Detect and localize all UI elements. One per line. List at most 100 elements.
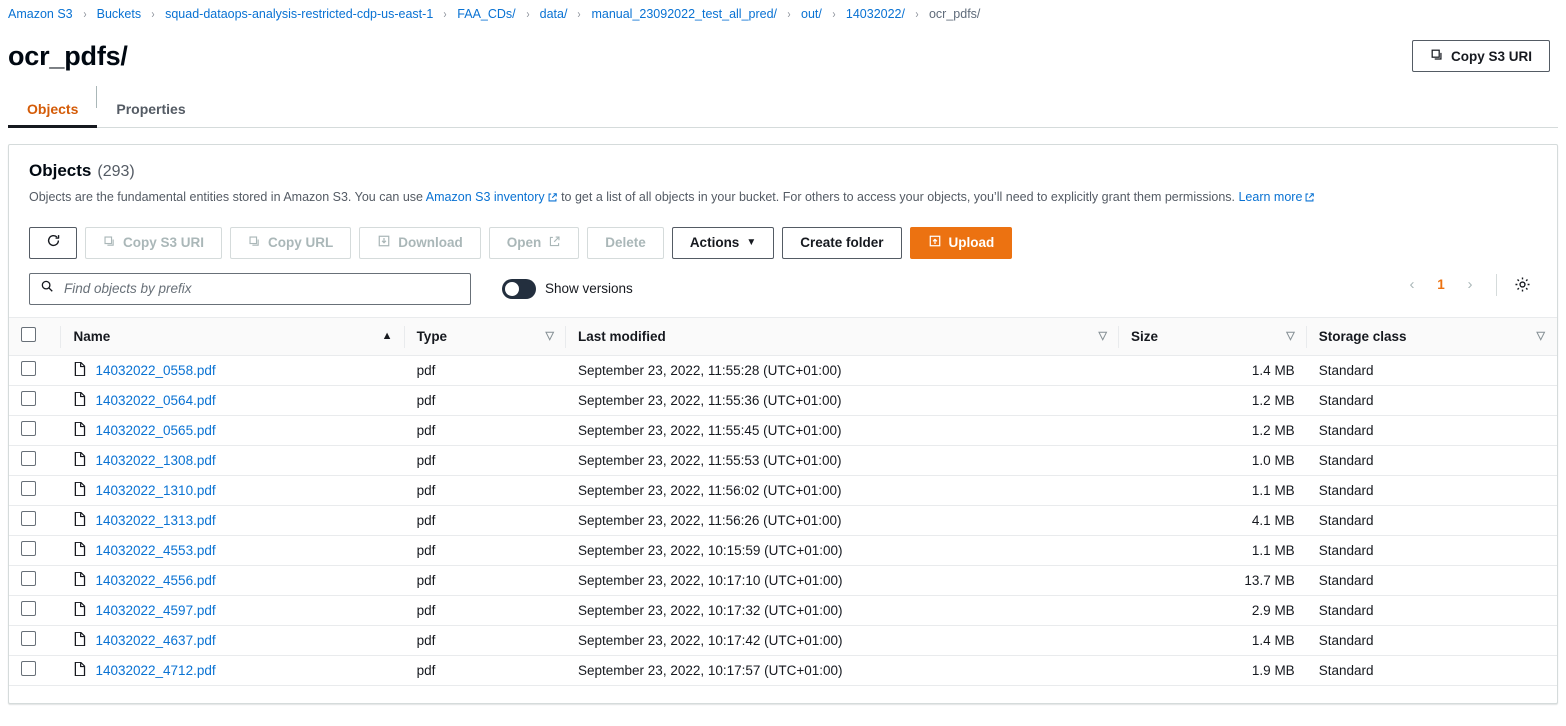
column-header-storage-class-label: Storage class (1318, 328, 1407, 344)
tab-properties[interactable]: Properties (97, 102, 204, 127)
search-input-wrapper[interactable] (29, 272, 471, 305)
chevron-down-icon: ▼ (746, 237, 757, 248)
object-size-cell: 1.1 MB (1119, 475, 1307, 506)
object-storage-class-cell: Standard (1306, 535, 1557, 566)
object-last-modified-cell: September 23, 2022, 11:55:45 (UTC+01:00) (566, 415, 1120, 446)
object-storage-class-cell: Standard (1306, 415, 1557, 446)
next-page-button[interactable]: › (1454, 269, 1486, 301)
table-row: 14032022_0564.pdf pdf September 23, 2022, … (9, 385, 1557, 416)
row-checkbox[interactable] (21, 451, 36, 466)
breadcrumb-item-5[interactable]: manual_23092022_test_all_pred/ (591, 7, 777, 21)
table-row: 14032022_4553.pdf pdf September 23, 2022, … (9, 535, 1557, 566)
object-name-cell: 14032022_4637.pdf (61, 625, 405, 656)
search-input[interactable] (62, 280, 460, 297)
show-versions-toggle-group[interactable]: Show versions (502, 278, 633, 299)
page-number-1[interactable]: 1 (1428, 269, 1454, 301)
open-button[interactable]: Open (488, 226, 580, 259)
create-folder-button[interactable]: Create folder (782, 226, 902, 259)
file-icon (73, 631, 86, 649)
learn-more-link[interactable]: Learn more (1238, 190, 1302, 204)
row-checkbox[interactable] (21, 661, 36, 676)
row-checkbox[interactable] (21, 481, 36, 496)
object-last-modified-cell: September 23, 2022, 11:55:36 (UTC+01:00) (566, 385, 1120, 416)
column-header-name[interactable]: Name ▲ (61, 316, 405, 356)
breadcrumb-item-1[interactable]: Buckets (97, 7, 141, 21)
object-name-link[interactable]: 14032022_1308.pdf (95, 453, 215, 468)
upload-button[interactable]: Upload (909, 226, 1013, 259)
table-row: 14032022_0558.pdf pdf September 23, 2022, … (9, 355, 1557, 386)
copy-url-label: Copy URL (268, 235, 334, 250)
external-link-icon (1304, 191, 1315, 209)
object-type-cell: pdf (404, 655, 567, 686)
object-last-modified-cell: September 23, 2022, 10:15:59 (UTC+01:00) (566, 535, 1120, 566)
row-checkbox[interactable] (21, 541, 36, 556)
delete-label: Delete (605, 235, 646, 250)
object-last-modified-cell: September 23, 2022, 11:56:02 (UTC+01:00) (566, 475, 1120, 506)
breadcrumb-item-4[interactable]: data/ (540, 7, 568, 21)
object-name-link[interactable]: 14032022_1313.pdf (95, 513, 215, 528)
select-all-checkbox[interactable] (21, 327, 36, 342)
row-checkbox[interactable] (21, 391, 36, 406)
breadcrumb-item-0[interactable]: Amazon S3 (8, 7, 73, 21)
download-button[interactable]: Download (359, 226, 481, 259)
object-type-cell: pdf (404, 475, 567, 506)
breadcrumb-separator: › (526, 7, 530, 21)
object-last-modified-cell: September 23, 2022, 11:55:28 (UTC+01:00) (566, 355, 1120, 386)
row-select-cell (9, 475, 62, 506)
download-icon (377, 234, 391, 251)
object-name-link[interactable]: 14032022_1310.pdf (95, 483, 215, 498)
object-name-link[interactable]: 14032022_0558.pdf (95, 363, 215, 378)
object-last-modified-cell: September 23, 2022, 10:17:42 (UTC+01:00) (566, 625, 1120, 656)
column-header-size[interactable]: Size ▽ (1119, 316, 1307, 356)
object-size-cell: 1.9 MB (1119, 655, 1307, 686)
row-select-cell (9, 535, 62, 566)
copy-s3-uri-toolbar-button[interactable]: Copy S3 URI (85, 226, 223, 259)
copy-icon (103, 235, 116, 251)
column-header-last-modified[interactable]: Last modified ▽ (566, 316, 1120, 356)
file-icon (73, 511, 86, 529)
show-versions-toggle[interactable] (502, 278, 536, 299)
objects-toolbar: Copy S3 URI Copy URL Download Open Delet… (9, 217, 1557, 267)
row-checkbox[interactable] (21, 631, 36, 646)
object-storage-class-cell: Standard (1306, 385, 1557, 416)
amazon-s3-inventory-link[interactable]: Amazon S3 inventory (426, 190, 545, 204)
table-row: 14032022_4637.pdf pdf September 23, 2022, … (9, 625, 1557, 656)
row-checkbox[interactable] (21, 601, 36, 616)
copy-s3-uri-button[interactable]: Copy S3 URI (1411, 40, 1550, 72)
copy-url-button[interactable]: Copy URL (230, 226, 352, 259)
breadcrumb-item-3[interactable]: FAA_CDs/ (457, 7, 515, 21)
column-header-type[interactable]: Type ▽ (404, 316, 567, 356)
object-name-link[interactable]: 14032022_0565.pdf (95, 423, 215, 438)
page-title-row: ocr_pdfs/ Copy S3 URI (0, 28, 1566, 84)
object-name-link[interactable]: 14032022_4712.pdf (95, 663, 215, 678)
object-name-link[interactable]: 14032022_4597.pdf (95, 603, 215, 618)
row-checkbox[interactable] (21, 511, 36, 526)
tabs-container: Objects Properties (0, 84, 1566, 128)
breadcrumb-item-7[interactable]: 14032022/ (846, 7, 905, 21)
copy-icon (1430, 48, 1444, 65)
object-storage-class-cell: Standard (1306, 475, 1557, 506)
refresh-button[interactable] (29, 226, 77, 259)
tab-objects[interactable]: Objects (8, 86, 98, 128)
table-row: 14032022_0565.pdf pdf September 23, 2022, … (9, 415, 1557, 446)
column-header-storage-class[interactable]: Storage class ▽ (1306, 316, 1557, 356)
previous-page-button[interactable]: ‹ (1396, 269, 1428, 301)
object-name-link[interactable]: 14032022_4637.pdf (95, 633, 215, 648)
file-icon (73, 421, 86, 439)
row-select-cell (9, 655, 62, 686)
object-name-link[interactable]: 14032022_4556.pdf (95, 573, 215, 588)
preferences-gear-icon[interactable] (1507, 270, 1537, 300)
tab-label: Objects (27, 101, 79, 117)
breadcrumb-item-2[interactable]: squad-dataops-analysis-restricted-cdp-us… (165, 7, 433, 21)
row-checkbox[interactable] (21, 571, 36, 586)
object-name-link[interactable]: 14032022_0564.pdf (95, 393, 215, 408)
delete-button[interactable]: Delete (587, 226, 664, 259)
breadcrumb-item-6[interactable]: out/ (801, 7, 822, 21)
row-checkbox[interactable] (21, 361, 36, 376)
table-row: 14032022_1310.pdf pdf September 23, 2022, … (9, 475, 1557, 506)
actions-dropdown-button[interactable]: Actions ▼ (671, 226, 775, 259)
row-select-cell (9, 595, 62, 626)
sort-icon: ▽ (1286, 329, 1295, 342)
object-name-link[interactable]: 14032022_4553.pdf (95, 543, 215, 558)
row-checkbox[interactable] (21, 421, 36, 436)
